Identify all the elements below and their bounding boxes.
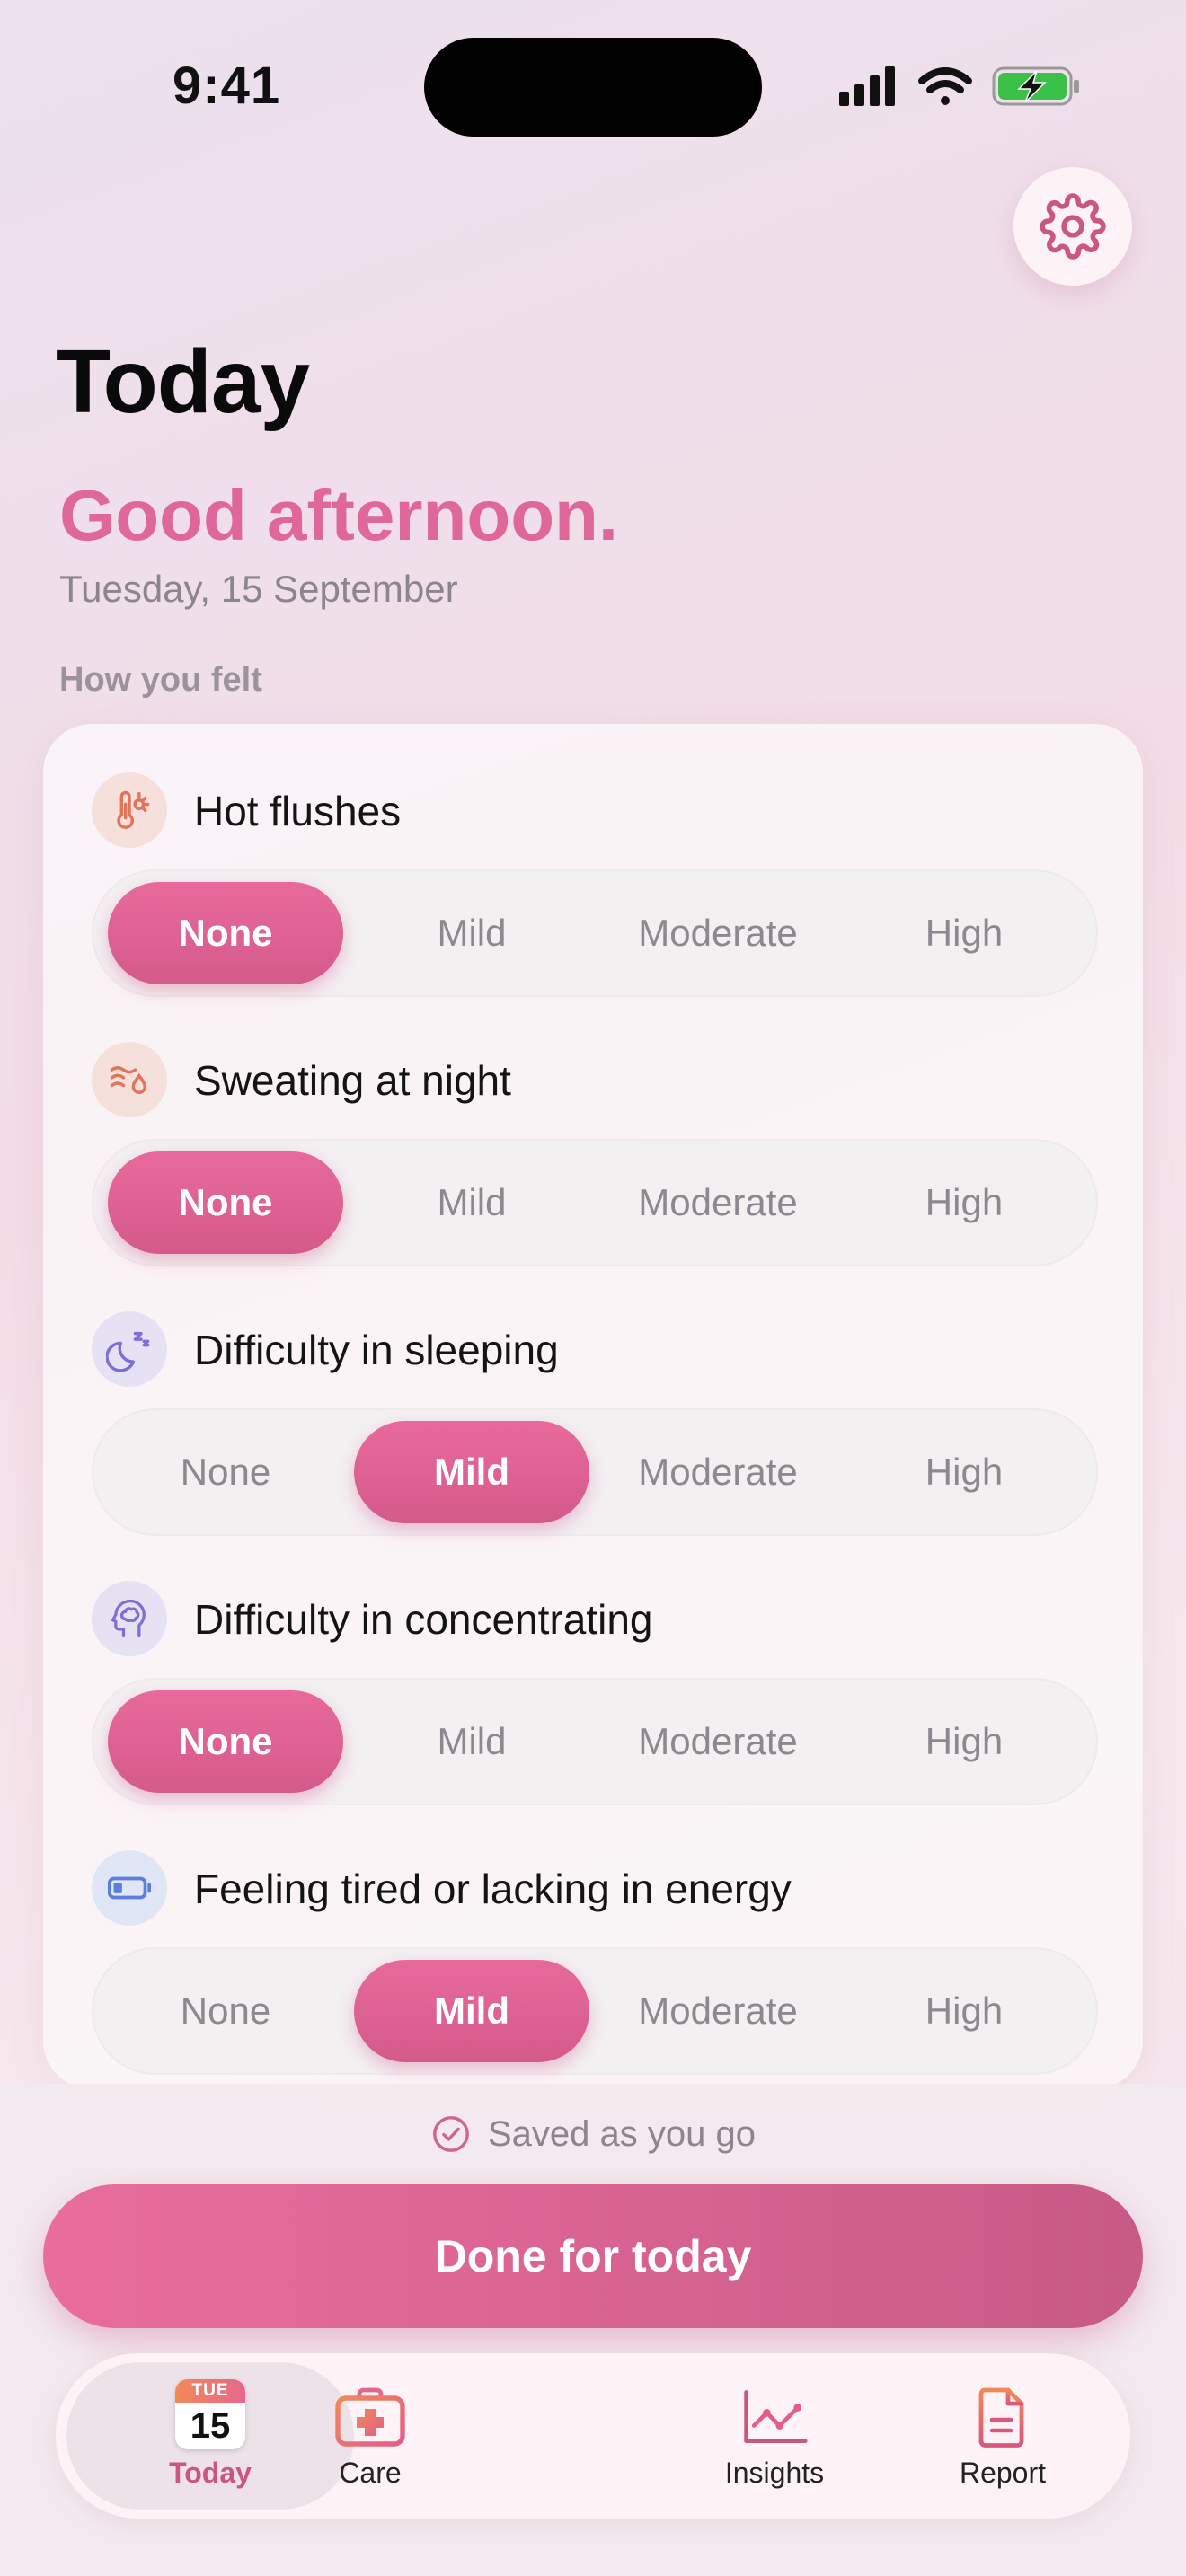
severity-selector: None Mild Moderate High [92,1678,1098,1805]
tab-care[interactable]: Care [226,2362,514,2510]
option-mild[interactable]: Mild [354,1151,589,1254]
tab-bar: TUE 15 Today Care Insights Report [56,2353,1130,2519]
saved-indicator: Saved as you go [0,2107,1186,2161]
check-circle-icon [433,2116,469,2152]
option-moderate[interactable]: Moderate [600,1690,836,1793]
greeting: Good afternoon. [59,475,619,555]
option-moderate[interactable]: Moderate [600,1421,836,1523]
symptom-difficulty-sleeping: Difficulty in sleeping None Mild Moderat… [92,1311,1098,1536]
symptom-title: Feeling tired or lacking in energy [194,1866,792,1912]
symptom-title: Sweating at night [194,1057,511,1104]
sweat-drop-icon [92,1042,167,1117]
first-aid-kit-icon [335,2387,405,2447]
document-icon [978,2387,1024,2448]
option-moderate[interactable]: Moderate [600,1151,836,1254]
tab-report[interactable]: Report [886,2362,1120,2510]
option-high[interactable]: High [846,1421,1082,1523]
status-icons [839,63,1082,110]
tab-label: Report [959,2457,1047,2489]
symptom-title: Difficulty in sleeping [194,1327,559,1373]
severity-selector: None Mild Moderate High [92,869,1098,997]
option-high[interactable]: High [846,882,1082,984]
tab-label: Insights [724,2457,825,2489]
done-for-today-button[interactable]: Done for today [43,2184,1143,2328]
low-battery-icon [92,1850,167,1926]
status-time: 9:41 [173,57,281,115]
settings-button[interactable] [1013,167,1132,286]
option-moderate[interactable]: Moderate [600,1960,836,2062]
symptom-feeling-tired: Feeling tired or lacking in energy None … [92,1850,1098,2075]
section-label: How you felt [59,661,262,699]
severity-selector: None Mild Moderate High [92,1408,1098,1536]
dynamic-island [424,38,762,137]
symptom-sweating-at-night: Sweating at night None Mild Moderate Hig… [92,1042,1098,1266]
saved-text: Saved as you go [488,2113,756,2154]
battery-charging-icon [992,66,1079,106]
symptom-title: Difficulty in concentrating [194,1596,653,1643]
option-moderate[interactable]: Moderate [600,882,836,984]
head-brain-icon [92,1581,167,1656]
option-high[interactable]: High [846,1690,1082,1793]
wifi-icon [918,67,972,105]
symptom-difficulty-concentrating: Difficulty in concentrating None Mild Mo… [92,1581,1098,1805]
option-mild[interactable]: Mild [354,882,589,984]
option-none[interactable]: None [108,1960,343,2062]
current-date: Tuesday, 15 September [59,568,458,610]
option-none[interactable]: None [108,1690,343,1793]
symptoms-card: Hot flushes None Mild Moderate High Swea… [43,724,1143,2089]
gear-icon [1040,193,1106,260]
thermometer-sun-icon [92,772,167,848]
option-none[interactable]: None [108,1151,343,1254]
option-none[interactable]: None [108,1421,343,1523]
symptom-hot-flushes: Hot flushes None Mild Moderate High [92,772,1098,997]
option-mild[interactable]: Mild [354,1690,589,1793]
page-title: Today [56,331,310,432]
tab-label: Care [339,2457,402,2489]
severity-selector: None Mild Moderate High [92,1139,1098,1266]
symptom-title: Hot flushes [194,788,402,834]
status-bar: 9:41 [0,0,1186,171]
cellular-signal-icon [839,66,895,106]
option-high[interactable]: High [846,1151,1082,1254]
line-chart-icon [744,2390,808,2443]
severity-selector: None Mild Moderate High [92,1947,1098,2075]
option-high[interactable]: High [846,1960,1082,2062]
option-mild[interactable]: Mild [354,1421,589,1523]
option-mild[interactable]: Mild [354,1960,589,2062]
tab-insights[interactable]: Insights [631,2362,918,2510]
moon-zzz-icon [92,1311,167,1387]
option-none[interactable]: None [108,882,343,984]
